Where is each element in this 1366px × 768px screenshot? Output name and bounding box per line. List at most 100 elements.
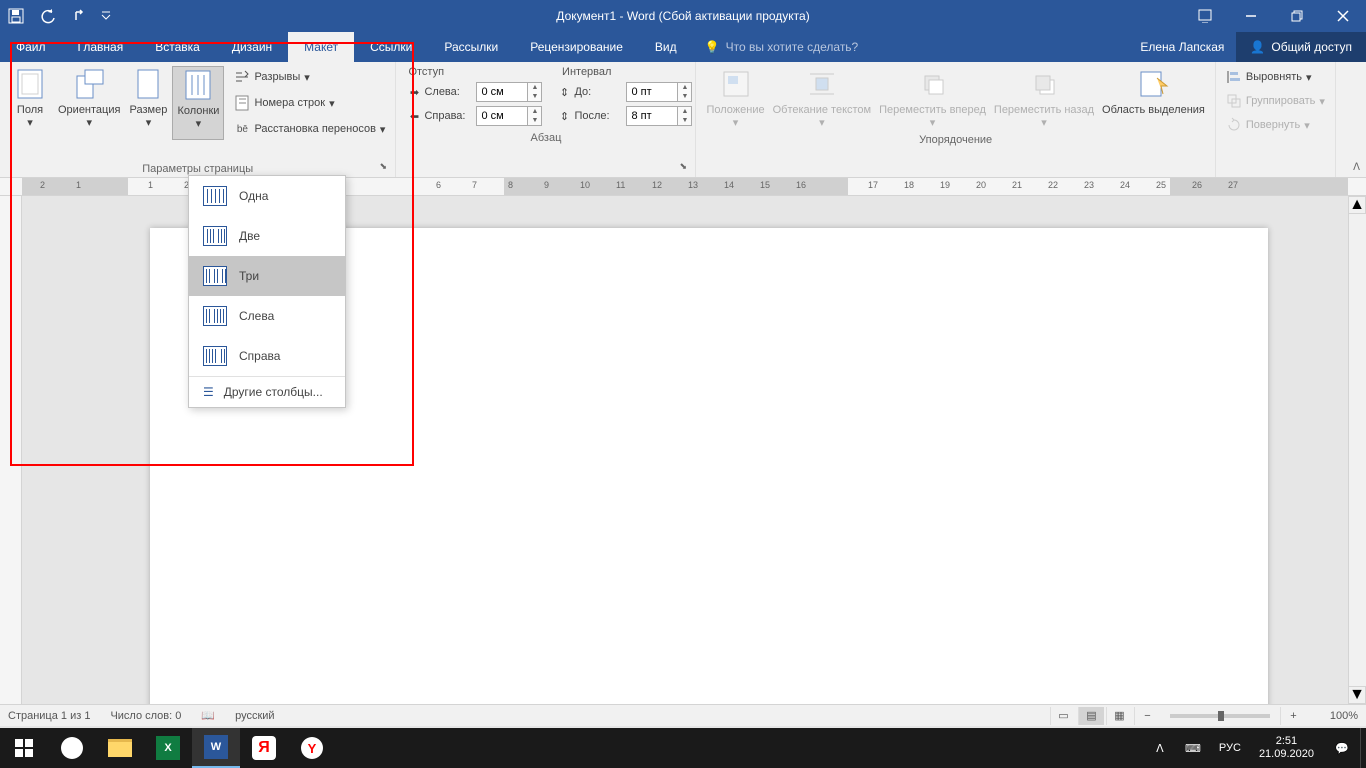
margins-button[interactable]: Поля▾ — [6, 66, 54, 140]
hyphenation-button[interactable]: bē Расстановка переносов ▾ — [230, 118, 389, 140]
tab-review[interactable]: Рецензирование — [514, 32, 639, 62]
indent-right-input[interactable] — [476, 106, 528, 126]
spacing-before-spinner[interactable]: ▲▼ — [678, 82, 692, 102]
minimize-button[interactable] — [1228, 0, 1274, 32]
redo-button[interactable] — [64, 0, 96, 32]
read-mode-button[interactable]: ▭ — [1050, 707, 1076, 725]
position-icon — [720, 68, 752, 100]
columns-more[interactable]: ☰ Другие столбцы... — [189, 377, 345, 407]
indent-heading: Отступ — [408, 66, 444, 78]
taskbar-explorer[interactable] — [96, 728, 144, 768]
zoom-level[interactable]: 100% — [1308, 710, 1358, 722]
selection-pane-button[interactable]: Область выделения — [1098, 66, 1209, 132]
maximize-button[interactable] — [1274, 0, 1320, 32]
taskbar-search-icon[interactable] — [48, 728, 96, 768]
page-setup-launcher[interactable]: ⬊ — [379, 161, 391, 173]
tab-file[interactable]: Файл — [0, 32, 62, 62]
rotate-icon — [1226, 117, 1242, 133]
lightbulb-icon: 💡 — [705, 40, 720, 54]
columns-right[interactable]: Справа — [189, 336, 345, 376]
line-numbers-button[interactable]: Номера строк ▾ — [230, 92, 389, 114]
taskbar-excel[interactable]: X — [144, 728, 192, 768]
orientation-button[interactable]: Ориентация▾ — [54, 66, 124, 140]
collapse-ribbon-button[interactable]: ᐱ — [1353, 162, 1360, 173]
start-button[interactable] — [0, 728, 48, 768]
status-language[interactable]: русский — [235, 710, 274, 722]
spacing-after-icon: ⇕ — [554, 110, 574, 123]
taskbar-yandex[interactable]: Я — [240, 728, 288, 768]
tab-mailings[interactable]: Рассылки — [428, 32, 514, 62]
tray-language[interactable]: РУС — [1211, 742, 1249, 754]
scroll-up-button[interactable]: ▲ — [1348, 196, 1366, 214]
size-button[interactable]: Размер▾ — [124, 66, 172, 140]
line-numbers-icon — [234, 95, 250, 111]
show-desktop-button[interactable] — [1360, 728, 1366, 768]
columns-dropdown: Одна Две Три Слева Справа ☰ Другие столб… — [188, 175, 346, 408]
columns-icon — [182, 69, 214, 101]
indent-left-input[interactable] — [476, 82, 528, 102]
status-words[interactable]: Число слов: 0 — [110, 710, 181, 722]
margins-icon — [14, 68, 46, 100]
zoom-out-button[interactable]: − — [1134, 707, 1160, 725]
paragraph-launcher[interactable]: ⬊ — [679, 161, 691, 173]
align-button[interactable]: Выровнять ▾ — [1222, 66, 1329, 88]
close-button[interactable] — [1320, 0, 1366, 32]
spacing-after-input[interactable] — [626, 106, 678, 126]
columns-right-icon — [203, 346, 227, 366]
tab-insert[interactable]: Вставка — [139, 32, 216, 62]
position-button: Положение▾ — [702, 66, 768, 132]
ribbon-options-button[interactable] — [1182, 0, 1228, 32]
print-layout-button[interactable]: ▤ — [1078, 707, 1104, 725]
breaks-button[interactable]: Разрывы ▾ — [230, 66, 389, 88]
columns-three-icon — [203, 266, 227, 286]
hyphenation-icon: bē — [234, 121, 250, 137]
spacing-before-input[interactable] — [626, 82, 678, 102]
tab-design[interactable]: Дизайн — [216, 32, 288, 62]
spacing-before-icon: ⇕ — [554, 86, 574, 99]
tray-keyboard-icon[interactable]: ⌨ — [1175, 728, 1211, 768]
tell-me-search[interactable]: 💡 Что вы хотите сделать? — [705, 32, 859, 62]
status-page[interactable]: Страница 1 из 1 — [8, 710, 90, 722]
columns-three[interactable]: Три — [189, 256, 345, 296]
tab-view[interactable]: Вид — [639, 32, 693, 62]
taskbar-word[interactable]: W — [192, 728, 240, 768]
share-button[interactable]: 👤 Общий доступ — [1236, 32, 1366, 62]
tab-layout[interactable]: Макет — [288, 32, 354, 62]
zoom-in-button[interactable]: + — [1280, 707, 1306, 725]
taskbar-yandex-browser[interactable]: Y — [288, 728, 336, 768]
align-icon — [1226, 69, 1242, 85]
paragraph-group-label: Абзац — [404, 130, 687, 144]
tray-clock[interactable]: 2:51 21.09.2020 — [1249, 735, 1324, 761]
page-setup-group-label: Параметры страницы — [6, 161, 389, 175]
columns-one[interactable]: Одна — [189, 176, 345, 216]
indent-left-spinner[interactable]: ▲▼ — [528, 82, 542, 102]
web-layout-button[interactable]: ▦ — [1106, 707, 1132, 725]
columns-button[interactable]: Колонки▾ — [172, 66, 224, 140]
send-backward-button: Переместить назад▾ — [990, 66, 1098, 132]
tab-references[interactable]: Ссылки — [354, 32, 428, 62]
spacing-after-spinner[interactable]: ▲▼ — [678, 106, 692, 126]
columns-left[interactable]: Слева — [189, 296, 345, 336]
indent-right-spinner[interactable]: ▲▼ — [528, 106, 542, 126]
scroll-down-button[interactable]: ▼ — [1348, 686, 1366, 704]
tray-expand-icon[interactable]: ᐱ — [1145, 728, 1175, 768]
group-objects-button: Группировать ▾ — [1222, 90, 1329, 112]
group-icon — [1226, 93, 1242, 109]
selection-pane-icon — [1137, 68, 1169, 100]
status-proofing-icon[interactable]: 📖 — [201, 709, 215, 722]
indent-right-icon: ⬅ — [404, 110, 424, 123]
text-wrap-icon — [806, 68, 838, 100]
save-button[interactable] — [0, 0, 32, 32]
qat-customize[interactable] — [96, 0, 116, 32]
bring-forward-button: Переместить вперед▾ — [875, 66, 990, 132]
undo-button[interactable] — [32, 0, 64, 32]
tray-notifications-icon[interactable]: 💬 — [1324, 728, 1360, 768]
person-icon: 👤 — [1250, 40, 1265, 54]
tab-home[interactable]: Главная — [62, 32, 140, 62]
zoom-slider[interactable] — [1170, 714, 1270, 718]
vertical-ruler[interactable] — [0, 196, 22, 704]
spacing-heading: Интервал — [562, 66, 611, 78]
columns-two[interactable]: Две — [189, 216, 345, 256]
send-backward-icon — [1028, 68, 1060, 100]
user-account[interactable]: Елена Лапская — [1128, 40, 1236, 54]
